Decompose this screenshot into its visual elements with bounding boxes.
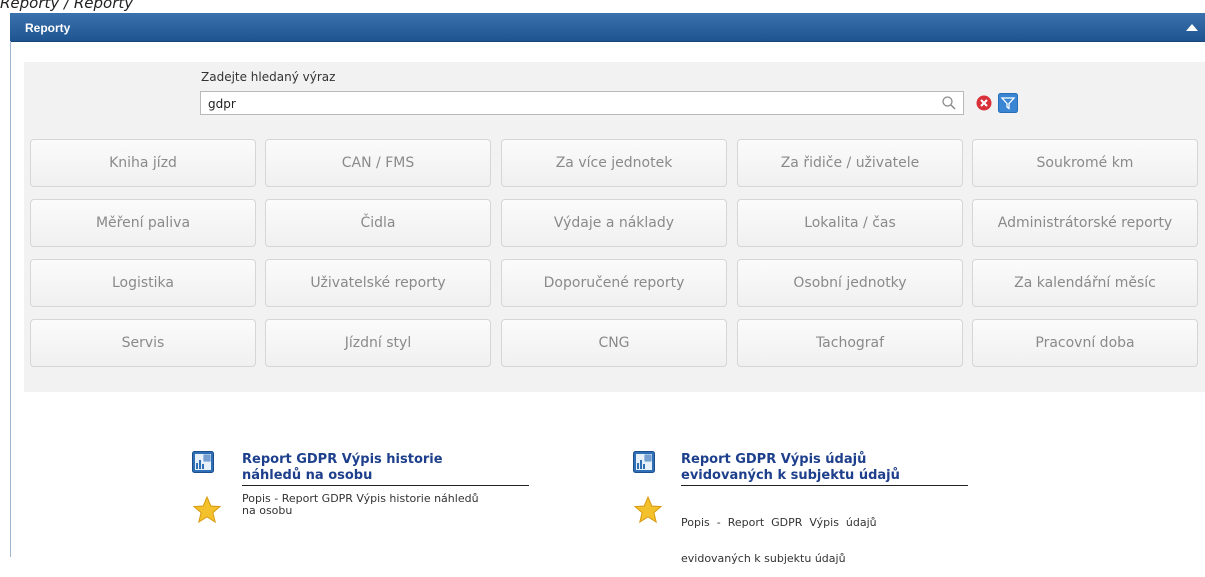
panel-left-border	[10, 41, 11, 557]
report-divider	[681, 485, 968, 486]
panel-title: Reporty	[25, 21, 71, 35]
category-button[interactable]: Tachograf	[737, 319, 963, 367]
category-button[interactable]: Administrátorské reporty	[972, 199, 1198, 247]
report-title-line: Report GDPR Výpis historie	[242, 452, 443, 467]
favorite-star-icon[interactable]	[633, 495, 663, 525]
filter-icon[interactable]	[998, 93, 1018, 113]
breadcrumb: Reporty / Reporty	[0, 0, 134, 12]
category-button[interactable]: Za řidiče / uživatele	[737, 139, 963, 187]
collapse-up-icon[interactable]	[1186, 24, 1198, 31]
report-description: Popis - Report GDPR Výpis historie náhle…	[242, 493, 532, 517]
report-title-line: náhledů na osobu	[242, 468, 373, 483]
category-button[interactable]: Kniha jízd	[30, 139, 256, 187]
report-description: Popis - Report GDPR Výpis údajů evidovan…	[681, 493, 981, 577]
category-button[interactable]: Soukromé km	[972, 139, 1198, 187]
category-button[interactable]: Za více jednotek	[501, 139, 727, 187]
category-button[interactable]: Za kalendářní měsíc	[972, 259, 1198, 307]
category-button[interactable]: Servis	[30, 319, 256, 367]
report-divider	[242, 485, 529, 486]
report-title-line: Report GDPR Výpis údajů	[681, 452, 867, 467]
search-label: Zadejte hledaný výraz	[201, 70, 336, 84]
report-description-line: evidovaných k subjektu údajů	[681, 552, 846, 565]
category-button[interactable]: Uživatelské reporty	[265, 259, 491, 307]
category-button[interactable]: Logistika	[30, 259, 256, 307]
favorite-star-icon[interactable]	[192, 495, 222, 525]
clear-search-icon[interactable]	[976, 95, 992, 111]
category-button[interactable]: Měření paliva	[30, 199, 256, 247]
panel-header: Reporty	[10, 13, 1205, 42]
category-button[interactable]: Lokalita / čas	[737, 199, 963, 247]
category-button[interactable]: CNG	[501, 319, 727, 367]
report-link[interactable]: Report GDPR Výpis historie náhledů na os…	[242, 452, 532, 484]
category-button[interactable]: CAN / FMS	[265, 139, 491, 187]
report-link[interactable]: Report GDPR Výpis údajů evidovaných k su…	[681, 452, 981, 484]
category-button[interactable]: Jízdní styl	[265, 319, 491, 367]
report-description-line: Popis - Report GDPR Výpis údajů	[681, 516, 877, 529]
report-title-line: evidovaných k subjektu údajů	[681, 468, 900, 483]
search-value: gdpr	[208, 97, 236, 111]
search-icon[interactable]	[941, 95, 957, 111]
category-button[interactable]: Doporučené reporty	[501, 259, 727, 307]
category-button[interactable]: Čidla	[265, 199, 491, 247]
search-input[interactable]: gdpr	[200, 91, 964, 115]
category-button[interactable]: Výdaje a náklady	[501, 199, 727, 247]
report-description-line: na osobu	[242, 504, 293, 517]
category-button[interactable]: Osobní jednotky	[737, 259, 963, 307]
report-chart-icon	[633, 451, 655, 473]
report-chart-icon	[192, 451, 214, 473]
category-button[interactable]: Pracovní doba	[972, 319, 1198, 367]
